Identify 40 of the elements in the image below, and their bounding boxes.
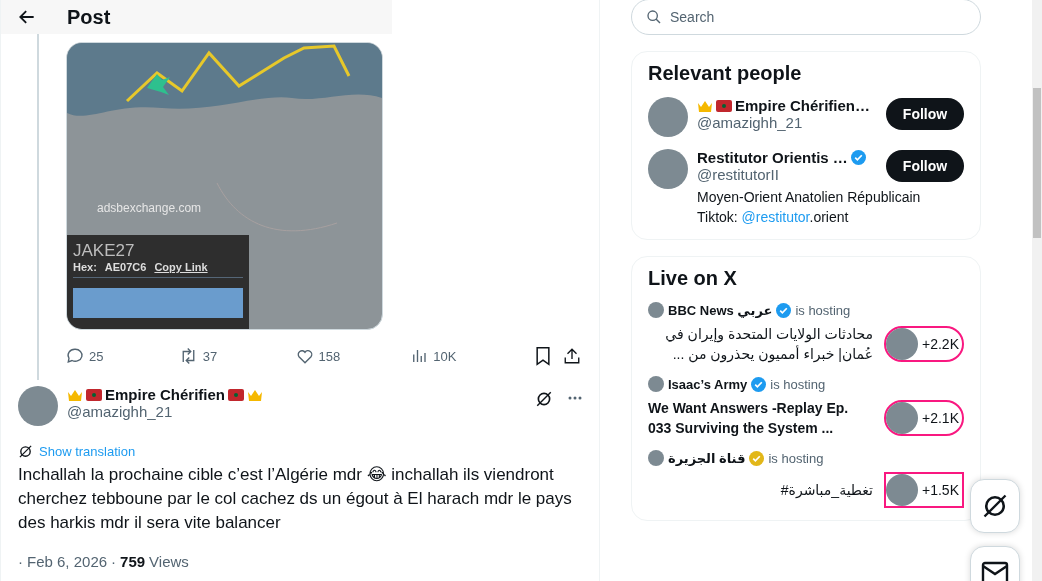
user-name[interactable]: Restitutor Orientis … <box>697 149 848 166</box>
hex-label: Hex: <box>73 261 97 273</box>
repost-action[interactable]: 37 <box>178 347 296 365</box>
listener-count-button[interactable]: +2.2K <box>884 326 964 362</box>
user-name[interactable]: Empire Chérifien <box>105 386 226 403</box>
post-date: Feb 6, 2026 <box>27 553 108 570</box>
hosting-status: is hosting <box>770 376 826 392</box>
live-title[interactable]: We Want Answers -Replay Ep. 033 Surviving the System ... <box>648 398 873 438</box>
separator-dot: · <box>111 553 117 570</box>
host-name[interactable]: قناة الجزيرة <box>668 450 746 466</box>
card-title: Live on X <box>648 267 738 290</box>
page-title: Post <box>67 5 111 29</box>
listener-count-button[interactable]: +2.1K <box>884 400 964 436</box>
callsign-label: JAKE27 <box>73 241 136 261</box>
map-site-label: adsbexchange.com <box>97 201 202 215</box>
hex-code: AE07C6 <box>104 261 147 273</box>
hosting-status: is hosting <box>795 302 851 318</box>
reply-action[interactable]: 25 <box>66 347 179 365</box>
copy-link[interactable]: Copy Link <box>154 261 208 273</box>
separator-dot: · <box>18 553 23 570</box>
view-count: 759 <box>120 553 146 570</box>
user-handle[interactable]: @restitutorII <box>697 166 886 183</box>
like-action[interactable]: 158 <box>295 347 411 365</box>
host-name[interactable]: BBC News عربي <box>668 302 773 318</box>
views-action[interactable]: 10K <box>410 347 534 365</box>
user-handle[interactable]: @amazighh_21 <box>67 403 526 420</box>
user-bio: Moyen-Orient Anatolien Républicain Tiktok: @restitutor.orient <box>697 188 922 227</box>
live-title[interactable]: محادثات الولايات المتحدة وإيران في عُمان| خبراء أمميون يحذرون من ... <box>648 324 873 364</box>
map-screenshot[interactable]: adsbexchange.com JAKE27 Hex: AE07C6 Copy Link <box>66 42 383 330</box>
follow-button[interactable]: Follow <box>886 98 964 130</box>
listener-count-button[interactable]: +1.5K <box>884 472 964 508</box>
live-title[interactable]: تغطية_مباشرة# <box>648 480 873 500</box>
card-title: Relevant people <box>648 62 803 85</box>
follow-button[interactable]: Follow <box>886 150 964 182</box>
host-name[interactable]: Isaac’s Army <box>668 376 748 392</box>
views-label: Views <box>149 553 189 570</box>
user-handle[interactable]: @amazighh_21 <box>697 114 886 131</box>
user-name[interactable]: Empire Chérifien… <box>735 97 871 114</box>
hosting-status: is hosting <box>768 450 824 466</box>
post-text: Inchallah la prochaine cible c’est l’Algérie mdr 😂 inchallah ils viendront cherchez tebboune par le col cachez ds un égout à El harach mdr le pays des harkis mdr il sera vite balancer <box>18 464 573 534</box>
